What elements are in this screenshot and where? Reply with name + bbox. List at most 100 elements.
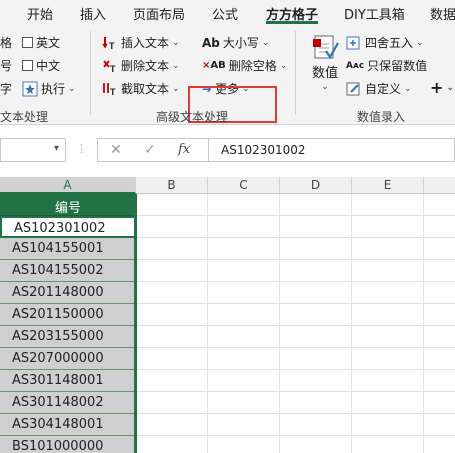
ribbon-text-item-2[interactable]: 号 [0, 57, 12, 74]
column-header-d[interactable]: D [280, 177, 352, 194]
delete-text-icon: T [103, 59, 116, 74]
table-cell[interactable]: AS207000000 [0, 348, 136, 370]
group-label-number-entry: 数值录入 [357, 110, 406, 124]
chevron-down-icon: ⌄ [446, 82, 454, 93]
delete-space-button[interactable]: ×AB 删除空格 ⌄ [202, 57, 287, 74]
gridline [136, 325, 455, 326]
execute-label: 执行 [41, 82, 66, 96]
plus-button[interactable]: + ⌄ [430, 78, 454, 97]
chevron-down-icon: ⌄ [279, 60, 288, 71]
execute-button[interactable]: 执行 ⌄ [22, 80, 76, 97]
keep-value-label: 只保留数值 [367, 59, 428, 73]
case-icon: Ab [202, 35, 220, 50]
group-divider [90, 31, 91, 115]
cell-a1-header[interactable]: 编号 [0, 194, 136, 216]
group-label-text: 文本处理 [0, 110, 49, 124]
chevron-down-icon: ⌄ [416, 37, 424, 48]
svg-text:T: T [110, 87, 116, 97]
custom-button[interactable]: 自定义 ⌄ [346, 80, 412, 97]
svg-text:T: T [110, 64, 116, 74]
chinese-checkbox[interactable]: 中文 [22, 57, 60, 74]
table-cell[interactable]: AS304148001 [0, 414, 136, 436]
gridline [136, 281, 455, 282]
gridline [136, 347, 455, 348]
active-cell[interactable]: AS102301002 [0, 216, 136, 238]
table-cell[interactable]: AS201150000 [0, 304, 136, 326]
formula-input[interactable]: AS102301002 [208, 138, 455, 162]
tab-data[interactable]: 数据 [430, 4, 455, 23]
gridline [136, 215, 455, 216]
table-cell[interactable]: AS301148002 [0, 392, 136, 414]
ribbon-text-item-3[interactable]: 字 [0, 80, 12, 97]
checkbox-icon [22, 60, 33, 71]
gridline [136, 259, 455, 260]
table-cell[interactable]: AS104155001 [0, 238, 136, 260]
gridline [136, 369, 455, 370]
case-label: 大小写 [222, 36, 259, 50]
cancel-icon[interactable]: ✕ [110, 142, 122, 158]
delete-text-button[interactable]: T 删除文本 ⌄ [102, 57, 180, 74]
table-cell[interactable]: AS104155002 [0, 260, 136, 282]
keep-value-button[interactable]: Aᴀᴄ 只保留数值 [346, 57, 427, 74]
delete-space-icon: ×AB [202, 60, 226, 71]
group-divider [295, 31, 296, 115]
plus-icon: + [430, 78, 444, 97]
chevron-down-icon: ⌄ [68, 83, 76, 94]
tab-home[interactable]: 开始 [27, 4, 53, 23]
gridline [279, 194, 280, 453]
table-cell[interactable]: AS203155000 [0, 326, 136, 348]
checkbox-icon [22, 37, 33, 48]
gridline [351, 194, 352, 453]
extract-text-button[interactable]: T 截取文本 ⌄ [102, 80, 180, 97]
round-label: 四舍五入 [365, 36, 414, 50]
delete-space-label: 删除空格 [228, 59, 277, 73]
delete-text-label: 删除文本 [121, 59, 170, 73]
gridline [136, 435, 455, 436]
name-box[interactable]: ▾ [0, 138, 66, 162]
column-selection-border [134, 194, 137, 453]
group-label-advanced-text: 高级文本处理 [156, 110, 229, 124]
ribbon: 格 号 字 英文 中文 执行 ⌄ 文本处理 T 插入文本 ⌄ T 删除文本 ⌄ … [0, 25, 455, 125]
insert-text-button[interactable]: T 插入文本 ⌄ [102, 34, 180, 51]
gridline [136, 303, 455, 304]
gridline [136, 391, 455, 392]
column-header-c[interactable]: C [208, 177, 280, 194]
formula-bar: ▾ ⋮ ✕ ✓ fx AS102301002 [0, 134, 455, 166]
case-button[interactable]: Ab 大小写 ⌄ [202, 34, 269, 51]
svg-text:T: T [109, 41, 115, 51]
chevron-down-icon: ⌄ [321, 82, 329, 92]
chinese-checkbox-label: 中文 [36, 59, 61, 73]
round-button[interactable]: 四舍五入 ⌄ [346, 34, 424, 51]
english-checkbox[interactable]: 英文 [22, 34, 60, 51]
formula-buttons: ✕ ✓ fx [97, 138, 209, 162]
chevron-down-icon[interactable]: ▾ [54, 143, 59, 154]
number-button[interactable]: 数值 ⌄ [306, 33, 344, 92]
formula-bar-resize-handle[interactable]: ⋮ [76, 142, 87, 155]
column-header-e[interactable]: E [352, 177, 424, 194]
column-header-a[interactable]: A [0, 177, 136, 194]
column-header-b[interactable]: B [136, 177, 208, 194]
active-tab-indicator [266, 21, 318, 24]
menu-bar: 开始 插入 页面布局 公式 方方格子 DIY工具箱 数据 [0, 0, 455, 25]
confirm-icon[interactable]: ✓ [144, 142, 156, 158]
table-cell[interactable]: AS301148001 [0, 370, 136, 392]
table-cell[interactable]: BS101000000 [0, 436, 136, 453]
gridline [423, 194, 424, 453]
table-cell[interactable]: AS201148000 [0, 282, 136, 304]
gridline [136, 237, 455, 238]
tab-formulas[interactable]: 公式 [212, 4, 238, 23]
tab-insert[interactable]: 插入 [80, 4, 106, 23]
english-checkbox-label: 英文 [36, 36, 61, 50]
tab-diy-toolbox[interactable]: DIY工具箱 [344, 4, 405, 23]
ribbon-text-item-1[interactable]: 格 [0, 34, 12, 51]
insert-function-button[interactable]: fx [178, 142, 190, 157]
chevron-down-icon: ⌄ [261, 37, 270, 48]
execute-icon [22, 81, 38, 96]
custom-icon [346, 82, 360, 95]
extract-text-label: 截取文本 [121, 82, 170, 96]
tab-page-layout[interactable]: 页面布局 [133, 4, 185, 23]
number-label: 数值 [311, 66, 338, 81]
insert-text-label: 插入文本 [121, 36, 170, 50]
insert-text-icon: T [102, 36, 115, 51]
column-header-f[interactable] [424, 177, 455, 194]
